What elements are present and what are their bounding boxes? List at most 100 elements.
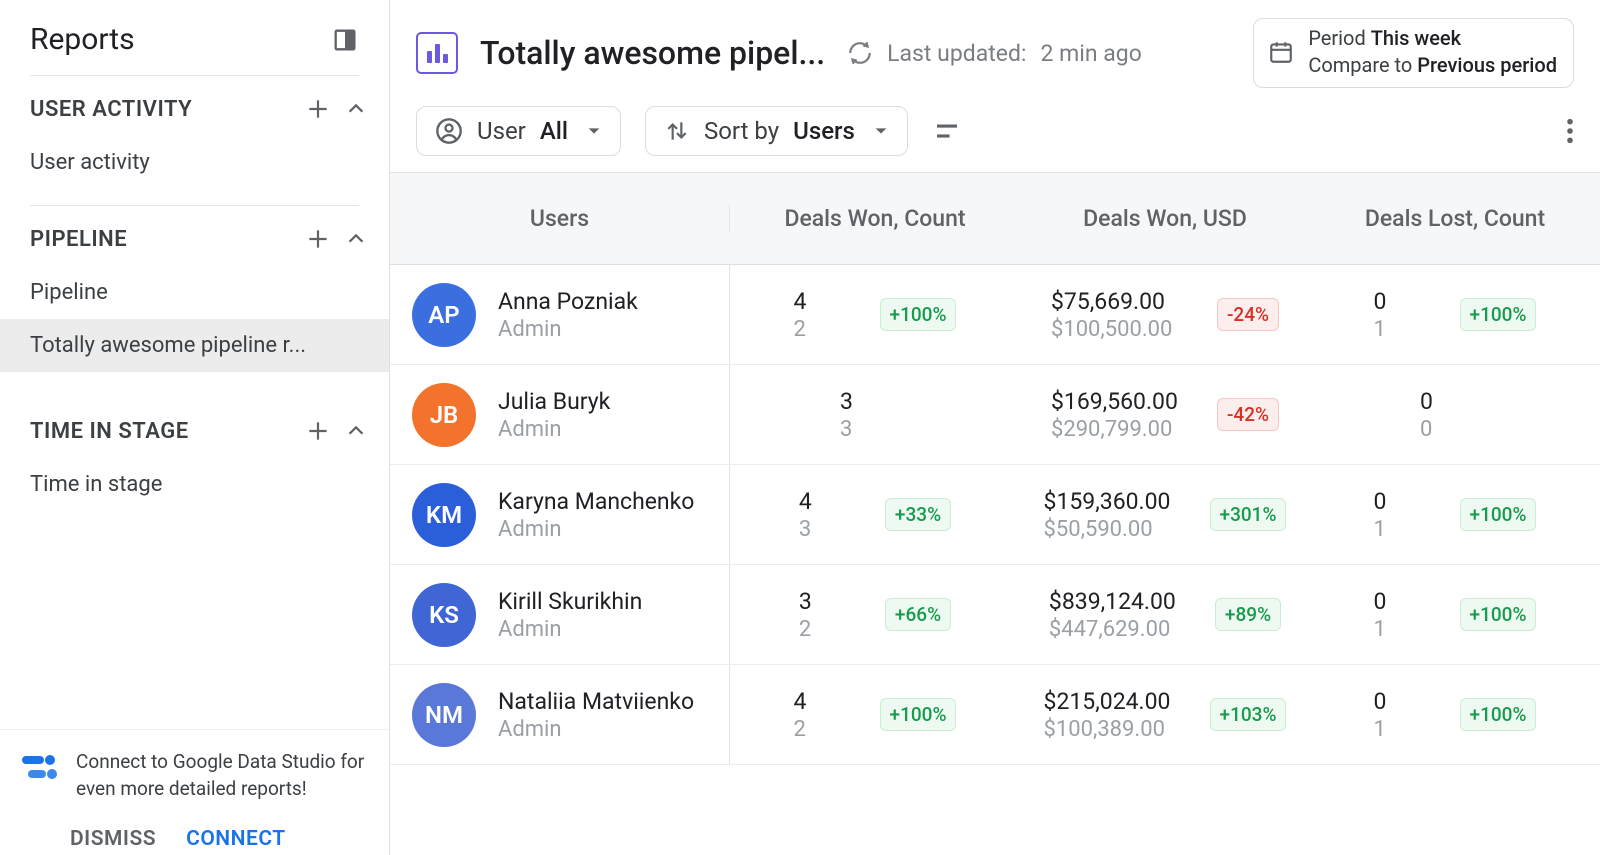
metric-current: 0 bbox=[1374, 588, 1444, 615]
report-type-icon bbox=[416, 32, 458, 74]
metric-current: 0 bbox=[1374, 488, 1444, 515]
table-row[interactable]: KM Karyna Manchenko Admin 4 3 +33% $159,… bbox=[390, 465, 1600, 565]
user-name: Anna Pozniak bbox=[498, 288, 638, 315]
last-updated-label: Last updated: bbox=[887, 40, 1026, 67]
metric-previous: 3 bbox=[799, 517, 869, 542]
metric-current: 0 bbox=[1420, 388, 1490, 415]
sidebar-item[interactable]: Time in stage bbox=[0, 458, 389, 511]
col-deals-lost-count[interactable]: Deals Lost, Count bbox=[1310, 205, 1600, 232]
data-studio-promo: Connect to Google Data Studio for even m… bbox=[0, 729, 389, 817]
user-role: Admin bbox=[498, 717, 694, 742]
user-filter-value: All bbox=[540, 117, 568, 145]
delta-badge: +66% bbox=[885, 598, 951, 631]
users-table: Users Deals Won, Count Deals Won, USD De… bbox=[390, 172, 1600, 855]
metric-previous: 1 bbox=[1374, 517, 1444, 542]
delta-badge: +301% bbox=[1210, 498, 1287, 531]
more-options-icon[interactable] bbox=[1566, 117, 1574, 145]
user-role: Admin bbox=[498, 417, 610, 442]
compare-value: Previous period bbox=[1417, 53, 1557, 77]
avatar: JB bbox=[412, 383, 476, 447]
col-deals-won-count[interactable]: Deals Won, Count bbox=[730, 205, 1020, 232]
col-deals-won-usd[interactable]: Deals Won, USD bbox=[1020, 205, 1310, 232]
col-users[interactable]: Users bbox=[390, 205, 730, 232]
metric-current: 0 bbox=[1374, 688, 1444, 715]
section-title: USER ACTIVITY bbox=[30, 97, 192, 122]
sidebar-item[interactable]: Totally awesome pipeline r... bbox=[0, 319, 389, 372]
metric-current: 3 bbox=[840, 388, 910, 415]
sort-icon bbox=[664, 118, 690, 144]
delta-badge: +100% bbox=[1460, 698, 1537, 731]
add-report-icon[interactable] bbox=[305, 226, 331, 252]
delta-badge: +103% bbox=[1210, 698, 1287, 731]
metric-current: 4 bbox=[794, 288, 864, 315]
collapse-section-icon[interactable] bbox=[345, 96, 367, 122]
sort-value: Users bbox=[793, 117, 855, 145]
metric-previous: $290,799.00 bbox=[1051, 417, 1201, 442]
metric-current: $75,669.00 bbox=[1051, 288, 1201, 315]
user-role: Admin bbox=[498, 317, 638, 342]
metric-current: $839,124.00 bbox=[1049, 588, 1199, 615]
section-title: TIME IN STAGE bbox=[30, 419, 189, 444]
add-report-icon[interactable] bbox=[305, 418, 331, 444]
metric-current: 4 bbox=[799, 488, 869, 515]
delta-badge: +100% bbox=[1460, 298, 1537, 331]
dismiss-button[interactable]: DISMISS bbox=[70, 827, 156, 851]
user-role: Admin bbox=[498, 617, 642, 642]
collapse-sidebar-icon[interactable] bbox=[331, 26, 359, 54]
sidebar-item[interactable]: Pipeline bbox=[0, 266, 389, 319]
promo-text: Connect to Google Data Studio for even m… bbox=[76, 748, 367, 803]
user-filter-label: User bbox=[477, 117, 526, 145]
collapse-section-icon[interactable] bbox=[345, 418, 367, 444]
metric-previous: 2 bbox=[794, 317, 864, 342]
user-name: Julia Buryk bbox=[498, 388, 610, 415]
delta-badge: +33% bbox=[885, 498, 951, 531]
calendar-icon bbox=[1268, 39, 1294, 65]
metric-previous: 2 bbox=[794, 717, 864, 742]
user-name: Karyna Manchenko bbox=[498, 488, 694, 515]
user-name: Nataliia Matviienko bbox=[498, 688, 694, 715]
metric-previous: $100,389.00 bbox=[1044, 717, 1194, 742]
user-icon bbox=[435, 117, 463, 145]
delta-badge: +100% bbox=[1460, 598, 1537, 631]
compare-label: Compare to bbox=[1308, 53, 1412, 77]
avatar: AP bbox=[412, 283, 476, 347]
metric-current: $159,360.00 bbox=[1044, 488, 1194, 515]
table-row[interactable]: JB Julia Buryk Admin 3 3 $169,560.00 $29… bbox=[390, 365, 1600, 465]
metric-previous: 1 bbox=[1374, 617, 1444, 642]
table-row[interactable]: NM Nataliia Matviienko Admin 4 2 +100% $… bbox=[390, 665, 1600, 765]
user-filter[interactable]: User All bbox=[416, 106, 621, 156]
delta-badge: +100% bbox=[880, 298, 957, 331]
metric-previous: 2 bbox=[799, 617, 869, 642]
table-row[interactable]: AP Anna Pozniak Admin 4 2 +100% $75,669.… bbox=[390, 265, 1600, 365]
table-row[interactable]: KS Kirill Skurikhin Admin 3 2 +66% $839,… bbox=[390, 565, 1600, 665]
chevron-down-icon bbox=[873, 123, 889, 139]
density-toggle-icon[interactable] bbox=[932, 116, 962, 146]
user-name: Kirill Skurikhin bbox=[498, 588, 642, 615]
metric-current: 3 bbox=[799, 588, 869, 615]
avatar: KS bbox=[412, 583, 476, 647]
metric-previous: 0 bbox=[1420, 417, 1490, 442]
sort-filter[interactable]: Sort by Users bbox=[645, 106, 908, 156]
avatar: NM bbox=[412, 683, 476, 747]
metric-current: 0 bbox=[1374, 288, 1444, 315]
metric-current: $215,024.00 bbox=[1044, 688, 1194, 715]
section-title: PIPELINE bbox=[30, 227, 127, 252]
period-selector[interactable]: Period This week Compare to Previous per… bbox=[1253, 18, 1574, 88]
metric-previous: $100,500.00 bbox=[1051, 317, 1201, 342]
metric-current: 4 bbox=[794, 688, 864, 715]
metric-previous: 1 bbox=[1374, 717, 1444, 742]
add-report-icon[interactable] bbox=[305, 96, 331, 122]
table-header: Users Deals Won, Count Deals Won, USD De… bbox=[390, 172, 1600, 265]
collapse-section-icon[interactable] bbox=[345, 226, 367, 252]
delta-badge: -42% bbox=[1217, 398, 1279, 431]
last-updated-value: 2 min ago bbox=[1041, 40, 1142, 67]
sidebar-item[interactable]: User activity bbox=[0, 136, 389, 189]
delta-badge: +100% bbox=[880, 698, 957, 731]
delta-badge: -24% bbox=[1217, 298, 1279, 331]
connect-button[interactable]: CONNECT bbox=[186, 827, 286, 851]
chevron-down-icon bbox=[586, 123, 602, 139]
refresh-icon[interactable] bbox=[847, 40, 873, 66]
sidebar-title: Reports bbox=[30, 22, 135, 57]
metric-previous: $50,590.00 bbox=[1044, 517, 1194, 542]
data-studio-icon bbox=[22, 748, 60, 803]
